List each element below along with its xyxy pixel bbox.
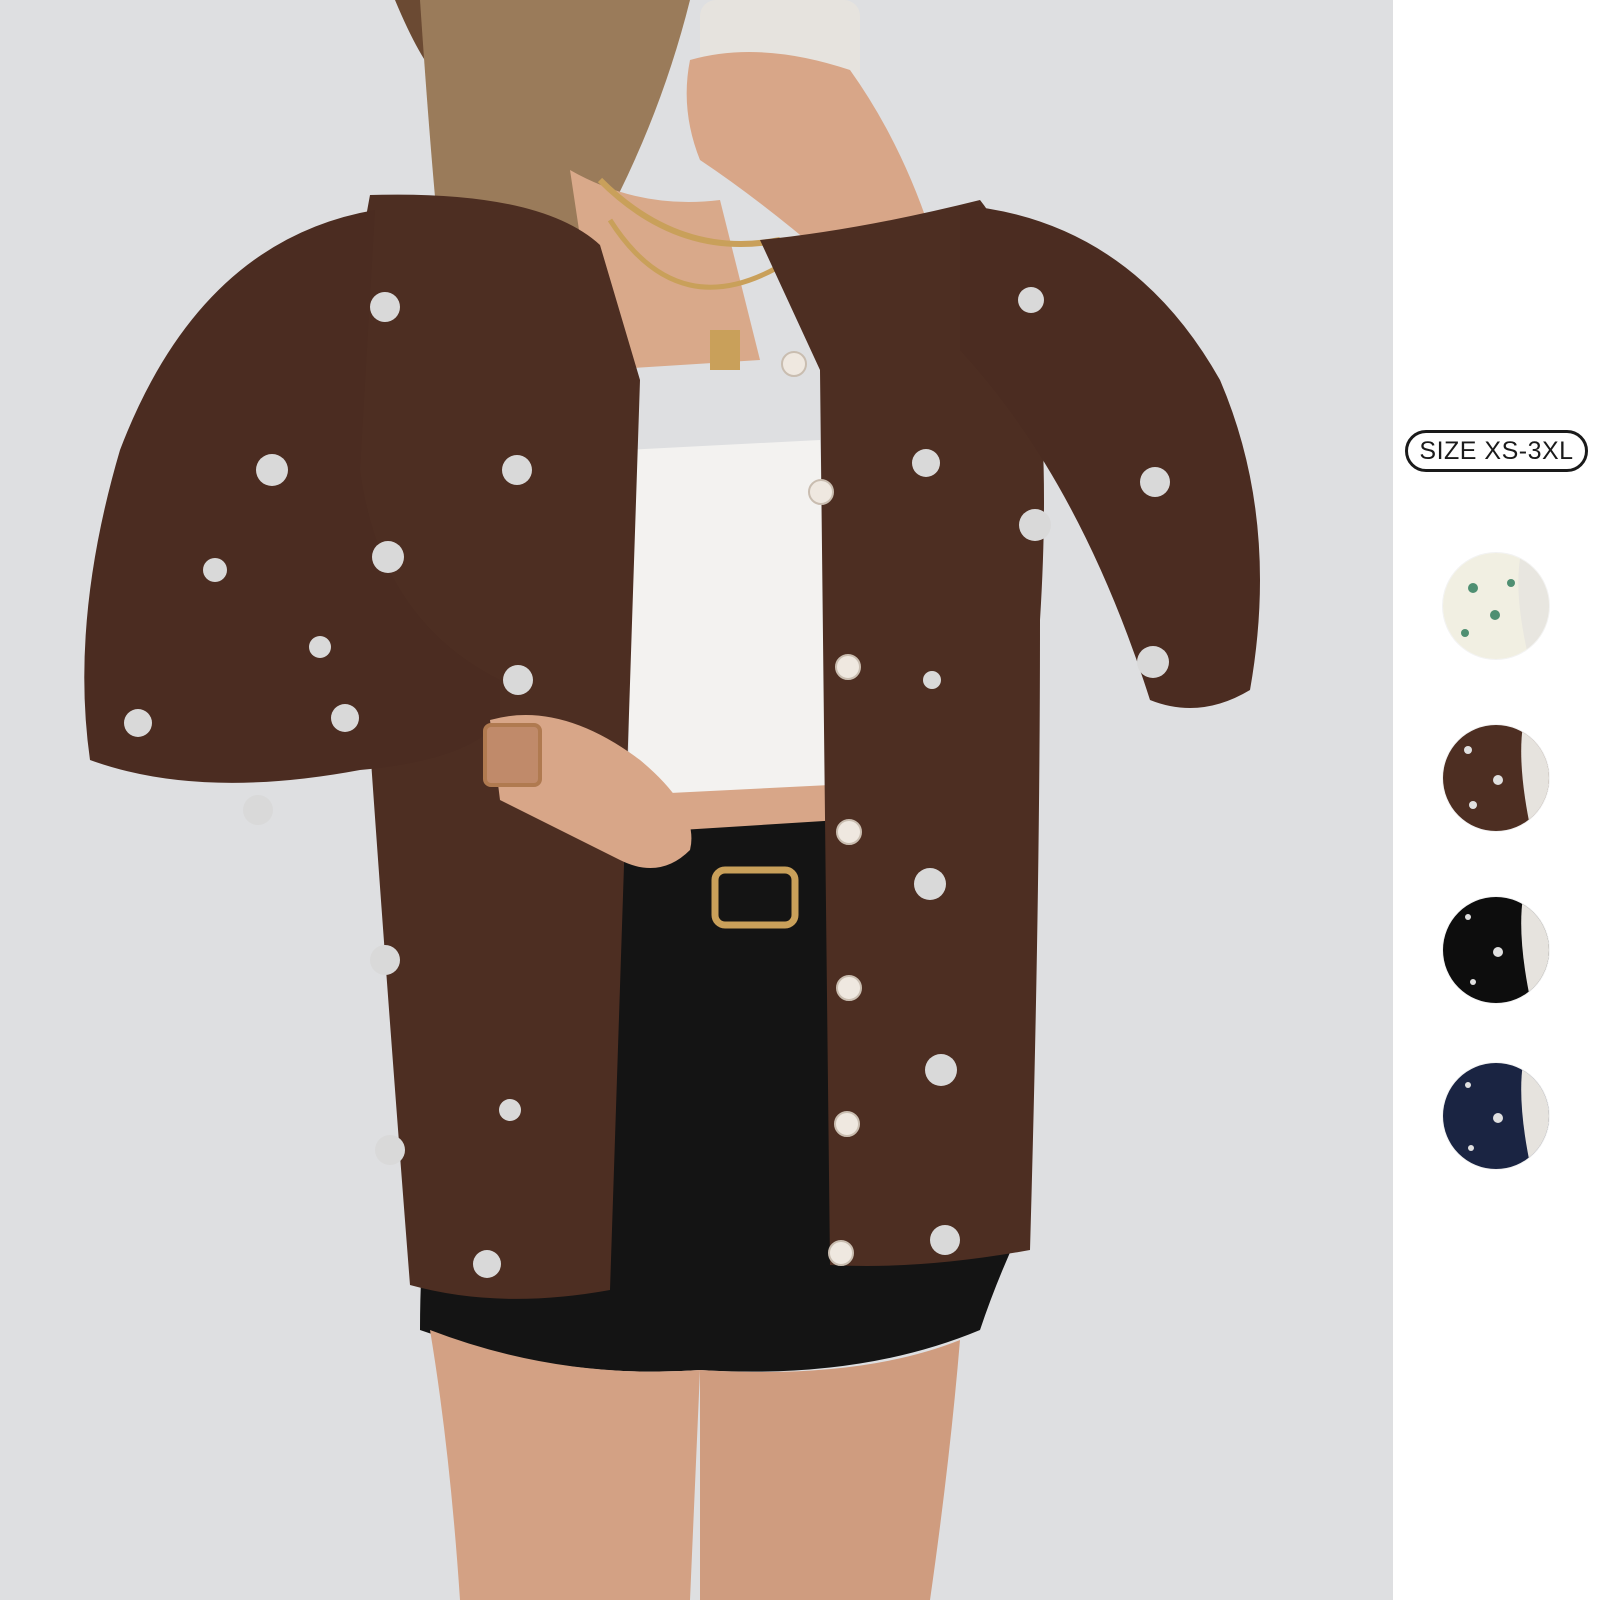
black-cardigan-swatch-icon <box>1443 897 1549 1003</box>
model-wearing-cardigan-image <box>0 0 1393 1600</box>
color-swatch-list <box>1443 553 1553 1169</box>
product-photo <box>0 0 1393 1600</box>
navy-cardigan-swatch-icon <box>1443 1063 1549 1169</box>
color-swatch-cream[interactable] <box>1443 553 1549 659</box>
color-swatch-brown[interactable] <box>1443 725 1549 831</box>
brown-cardigan-swatch-icon <box>1443 725 1549 831</box>
size-range-label: SIZE XS-3XL <box>1419 436 1574 465</box>
color-swatch-navy[interactable] <box>1443 1063 1549 1169</box>
size-range-badge: SIZE XS-3XL <box>1405 430 1588 472</box>
color-swatch-black[interactable] <box>1443 897 1549 1003</box>
cream-cardigan-swatch-icon <box>1443 553 1549 659</box>
